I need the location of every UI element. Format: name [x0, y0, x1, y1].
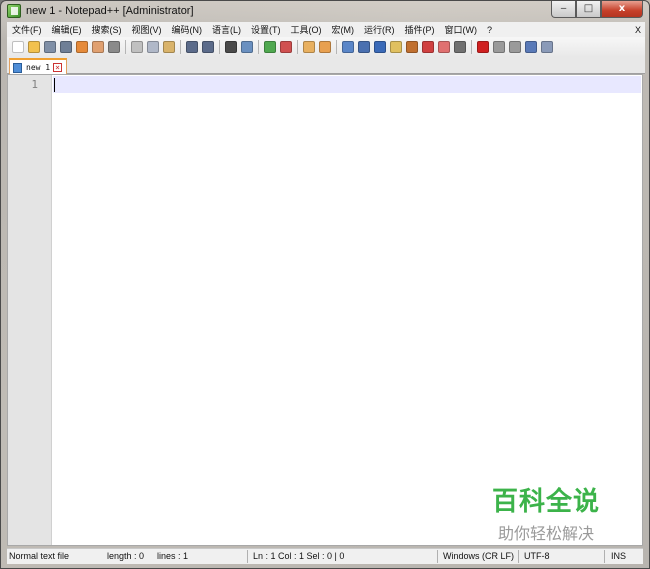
zoom-out-icon[interactable]	[280, 40, 292, 53]
toolbar-separator	[336, 39, 337, 54]
close-button[interactable]: x	[601, 1, 643, 18]
maximize-button[interactable]: □	[576, 1, 601, 18]
line-number-gutter: 1	[8, 75, 52, 545]
document-map-icon[interactable]	[406, 40, 418, 53]
watermark: 百科全说 助你轻松解决	[481, 481, 611, 544]
record-macro-icon[interactable]	[477, 40, 489, 53]
menu-window[interactable]: 窗口(W)	[440, 23, 483, 36]
stop-macro-icon[interactable]	[493, 40, 505, 53]
status-length: length : 0	[107, 551, 145, 561]
status-lines: lines : 1	[157, 551, 189, 561]
new-file-icon[interactable]	[12, 40, 24, 53]
save-macro-icon[interactable]	[541, 40, 553, 53]
status-divider	[518, 550, 519, 563]
copy-icon[interactable]	[147, 40, 159, 53]
title-bar[interactable]: new 1 - Notepad++ [Administrator] ‒ □ x	[1, 1, 649, 21]
save-icon[interactable]	[44, 40, 56, 53]
menu-bar: 文件(F) 编辑(E) 搜索(S) 视图(V) 编码(N) 语言(L) 设置(T…	[7, 22, 645, 37]
indent-guide-icon[interactable]	[374, 40, 386, 53]
user-language-icon[interactable]	[390, 40, 402, 53]
toolbar-separator	[471, 39, 472, 54]
notepad-window: new 1 - Notepad++ [Administrator] ‒ □ x …	[0, 0, 650, 569]
monitoring-icon[interactable]	[454, 40, 466, 53]
menu-view[interactable]: 视图(V)	[127, 23, 167, 36]
menu-settings[interactable]: 设置(T)	[246, 23, 286, 36]
sync-vertical-icon[interactable]	[303, 40, 315, 53]
status-file-type: Normal text file	[9, 551, 70, 561]
minimize-button[interactable]: ‒	[551, 1, 576, 18]
toolbar	[7, 37, 645, 56]
tab-new-1[interactable]: new 1 ×	[9, 58, 68, 75]
menu-edit[interactable]: 编辑(E)	[47, 23, 87, 36]
tab-bar: new 1 ×	[7, 56, 645, 75]
toolbar-separator	[219, 39, 220, 54]
status-divider	[437, 550, 438, 563]
status-encoding[interactable]: UTF-8	[524, 551, 550, 561]
menu-run[interactable]: 运行(R)	[359, 23, 400, 36]
menu-file[interactable]: 文件(F)	[7, 23, 47, 36]
toolbar-separator	[125, 39, 126, 54]
word-wrap-icon[interactable]	[342, 40, 354, 53]
status-insert-mode[interactable]: INS	[611, 551, 626, 561]
tab-close-icon[interactable]: ×	[53, 63, 63, 72]
redo-icon[interactable]	[202, 40, 214, 53]
watermark-title: 百科全说	[491, 487, 600, 517]
find-icon[interactable]	[225, 40, 237, 53]
status-bar: Normal text file length : 0 lines : 1 Ln…	[7, 548, 643, 564]
menu-search[interactable]: 搜索(S)	[87, 23, 127, 36]
tab-label: new 1	[26, 63, 51, 72]
watermark-subtitle: 助你轻松解决	[497, 524, 594, 543]
close-document-button[interactable]: X	[635, 25, 645, 35]
toolbar-separator	[258, 39, 259, 54]
toolbar-separator	[297, 39, 298, 54]
folder-workspace-icon[interactable]	[438, 40, 450, 53]
status-divider	[247, 550, 248, 563]
menu-language[interactable]: 语言(L)	[207, 23, 246, 36]
zoom-in-icon[interactable]	[264, 40, 276, 53]
menu-macro[interactable]: 宏(M)	[327, 23, 360, 36]
toolbar-separator	[180, 39, 181, 54]
notepad-app-icon[interactable]	[7, 4, 21, 18]
close-file-icon[interactable]	[76, 40, 88, 53]
paste-icon[interactable]	[163, 40, 175, 53]
save-all-icon[interactable]	[60, 40, 72, 53]
undo-icon[interactable]	[186, 40, 198, 53]
window-title: new 1 - Notepad++ [Administrator]	[26, 5, 194, 17]
menu-plugins[interactable]: 插件(P)	[400, 23, 440, 36]
editor-area[interactable]: 1	[7, 74, 643, 546]
run-macro-multiple-icon[interactable]	[525, 40, 537, 53]
menu-encoding[interactable]: 编码(N)	[167, 23, 208, 36]
play-macro-icon[interactable]	[509, 40, 521, 53]
show-all-chars-icon[interactable]	[358, 40, 370, 53]
file-saved-icon	[13, 62, 22, 73]
menu-help[interactable]: ?	[482, 25, 497, 35]
status-eol[interactable]: Windows (CR LF)	[443, 551, 514, 561]
print-icon[interactable]	[108, 40, 120, 53]
text-caret	[54, 78, 55, 92]
sync-horizontal-icon[interactable]	[319, 40, 331, 53]
replace-icon[interactable]	[241, 40, 253, 53]
menu-tools[interactable]: 工具(O)	[286, 23, 327, 36]
current-line-highlight	[53, 76, 641, 93]
function-list-icon[interactable]	[422, 40, 434, 53]
cut-icon[interactable]	[131, 40, 143, 53]
window-controls: ‒ □ x	[551, 1, 643, 18]
line-number: 1	[31, 78, 38, 91]
open-file-icon[interactable]	[28, 40, 40, 53]
close-all-icon[interactable]	[92, 40, 104, 53]
status-divider	[604, 550, 605, 563]
status-position: Ln : 1 Col : 1 Sel : 0 | 0	[253, 551, 345, 561]
